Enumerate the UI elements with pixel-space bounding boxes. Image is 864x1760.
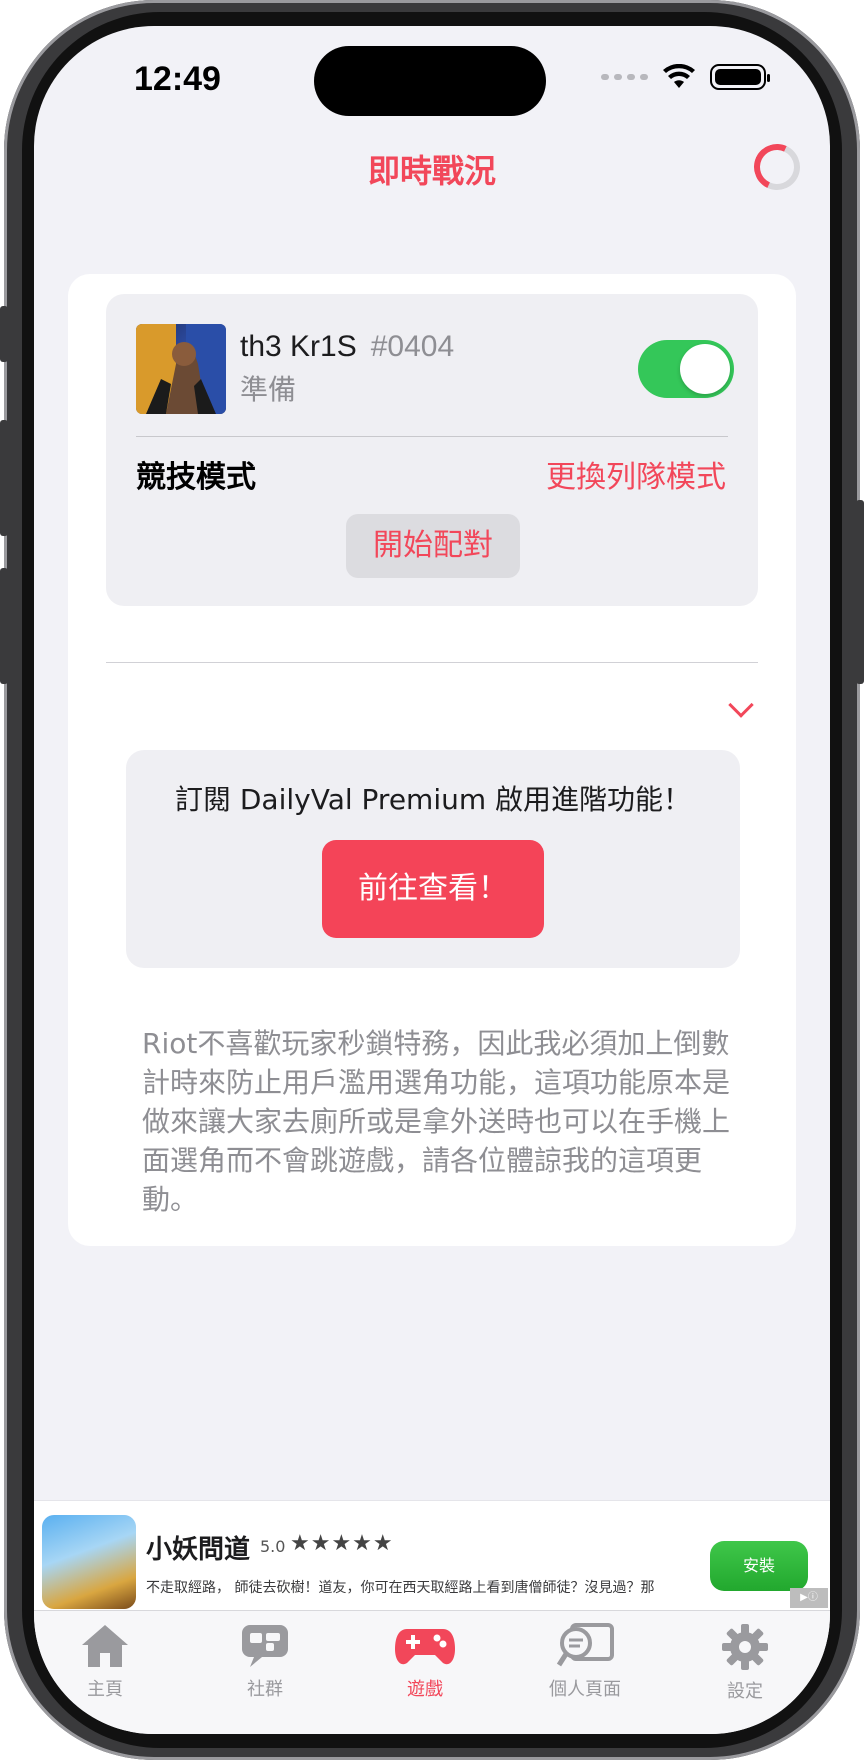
chevron-down-icon[interactable] (728, 692, 754, 718)
player-card: th3 Kr1S #0404 準備 競技模式 更換列隊模式 開始配對 (106, 294, 758, 606)
mute-switch (0, 306, 8, 362)
main-card: th3 Kr1S #0404 準備 競技模式 更換列隊模式 開始配對 訂閱 Dai… (68, 274, 796, 1246)
view-premium-button[interactable]: 前往查看！ (322, 840, 544, 938)
chat-bubbles-icon (242, 1625, 288, 1667)
player-tag: #0404 (370, 330, 455, 363)
ready-toggle[interactable] (638, 340, 734, 398)
ad-choices-icon[interactable]: ▶ⓘ (790, 1588, 828, 1608)
screen: 12:49 即時戰況 th3 Kr1S #0404 準備 競技模式 更換列隊模式… (34, 26, 830, 1734)
premium-text: 訂閱 DailyVal Premium 啟用進階功能！ (174, 783, 692, 816)
tab-games[interactable]: 遊戲 (360, 1623, 490, 1701)
dynamic-island (314, 46, 546, 116)
ad-install-button[interactable]: 安裝 (710, 1541, 808, 1591)
section-divider (106, 662, 758, 663)
cellular-signal-icon (601, 74, 648, 80)
star-rating-icon: ★★★★★ (290, 1531, 394, 1556)
tab-profile[interactable]: 個人頁面 (520, 1623, 650, 1701)
profile-search-icon (556, 1623, 614, 1667)
agent-portrait-icon (136, 324, 226, 414)
ad-banner[interactable]: 小妖問道 5.0 ★★★★★ 不走取經路， 師徒去砍樹！道友，你可在西天取經路上… (34, 1500, 830, 1610)
power-button (856, 500, 864, 684)
status-time: 12:49 (134, 60, 221, 98)
player-status: 準備 (240, 373, 297, 406)
volume-down-button (0, 568, 8, 684)
volume-up-button (0, 420, 8, 536)
gamepad-icon (395, 1629, 455, 1665)
page-title: 即時戰況 (367, 152, 496, 190)
toggle-knob (680, 344, 730, 394)
tab-bar: 主頁 社群 遊戲 個人頁面 設定 (34, 1610, 830, 1734)
notice-text: Riot不喜歡玩家秒鎖特務，因此我必須加上倒數計時來防止用戶濫用選角功能，這項功… (142, 1027, 731, 1216)
tab-label: 主頁 (87, 1679, 123, 1700)
status-icons (601, 64, 770, 90)
gear-icon (722, 1624, 768, 1670)
tab-community[interactable]: 社群 (200, 1623, 330, 1701)
tab-label: 設定 (727, 1681, 763, 1702)
home-icon (82, 1625, 128, 1667)
tab-settings[interactable]: 設定 (680, 1623, 810, 1703)
player-name: th3 Kr1S #0404 (240, 330, 454, 364)
ad-description: 不走取經路， 師徒去砍樹！道友，你可在西天取經路上看到唐僧師徒？沒見過？那 (146, 1580, 655, 1596)
battery-icon (710, 64, 770, 90)
player-name-text: th3 Kr1S (240, 330, 357, 363)
ad-app-icon[interactable] (42, 1515, 136, 1609)
divider (136, 436, 728, 437)
wifi-icon (663, 64, 695, 88)
tab-label: 個人頁面 (549, 1679, 621, 1700)
player-avatar (136, 324, 226, 414)
ad-rating: 5.0 (260, 1537, 286, 1556)
tab-label: 社群 (247, 1679, 283, 1700)
ad-title: 小妖問道 (146, 1535, 251, 1565)
start-matchmaking-button[interactable]: 開始配對 (346, 514, 520, 578)
queue-mode-label: 競技模式 (136, 460, 256, 495)
premium-banner: 訂閱 DailyVal Premium 啟用進階功能！ 前往查看！ (126, 750, 740, 968)
tab-label: 遊戲 (407, 1679, 443, 1700)
change-queue-mode-button[interactable]: 更換列隊模式 (546, 452, 726, 496)
tab-home[interactable]: 主頁 (40, 1623, 170, 1701)
